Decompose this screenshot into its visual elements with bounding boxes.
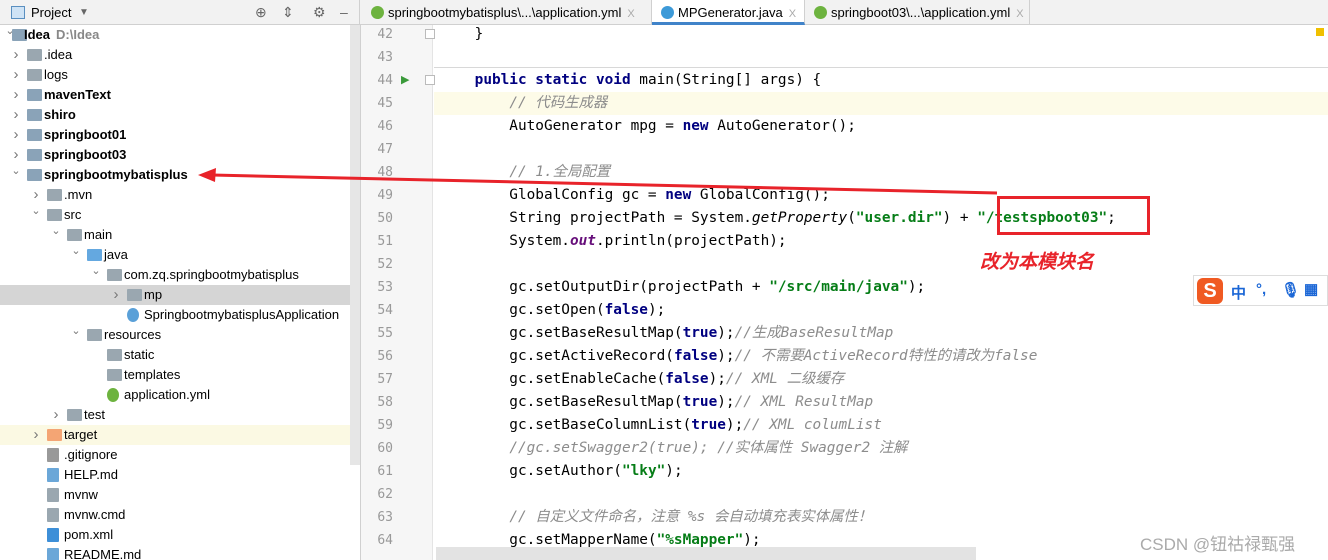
keyboard-icon[interactable]: ▦: [1304, 280, 1318, 298]
annotation-arrow: [198, 168, 998, 195]
annotation-text: 改为本模块名: [980, 252, 1095, 273]
annotation-highlight-box: [997, 196, 1150, 235]
watermark: CSDN @钮祜禄甄强: [1140, 535, 1296, 554]
ime-mode[interactable]: 中: [1231, 282, 1246, 303]
sogou-logo-icon[interactable]: S: [1197, 278, 1223, 304]
ime-punctuation[interactable]: °,: [1256, 281, 1266, 298]
ime-toolbar[interactable]: S 中 °, 🎙 ▦: [1193, 275, 1328, 306]
microphone-icon[interactable]: 🎙: [1281, 281, 1300, 299]
